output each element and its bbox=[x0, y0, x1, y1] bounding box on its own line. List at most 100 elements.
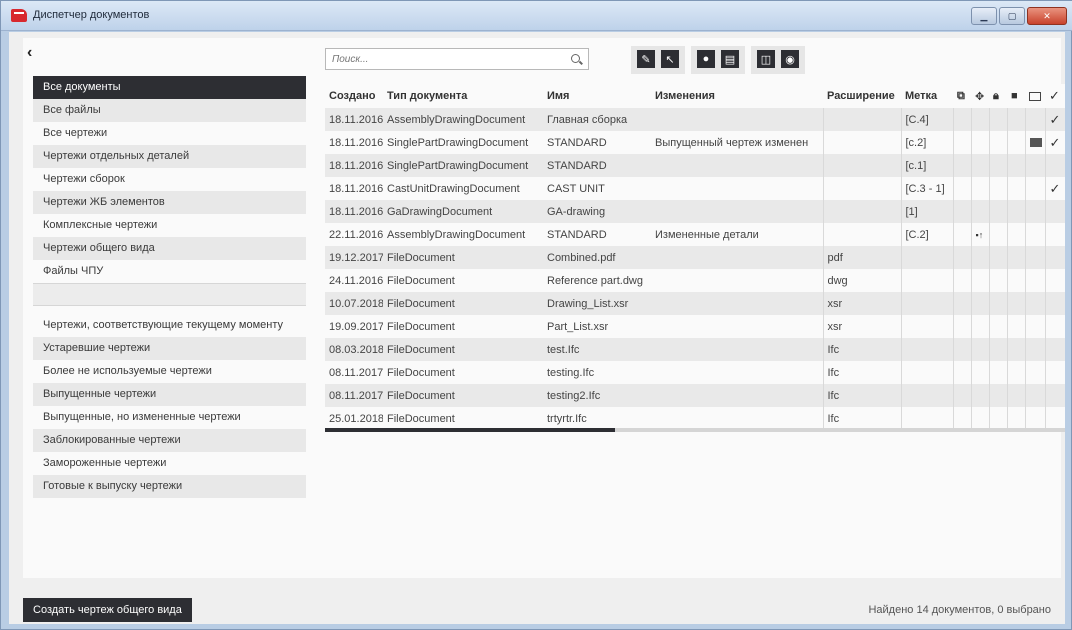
col-extension[interactable]: Расширение bbox=[823, 84, 901, 108]
search-icon[interactable] bbox=[571, 54, 580, 63]
cell-name: GA-drawing bbox=[543, 200, 651, 223]
col-lock-icon[interactable]: 🔒︎ bbox=[989, 84, 1007, 108]
cell-type: FileDocument bbox=[383, 407, 543, 430]
main-panel: ✎ ↖ ● ▤ ◫ ◉ Создан bbox=[321, 38, 1065, 578]
sidebar-item[interactable]: Чертежи ЖБ элементов bbox=[33, 191, 306, 214]
sidebar-list: Все документы Все файлы Все чертежи Чертежи… bbox=[33, 76, 306, 498]
cell-lock bbox=[988, 131, 1007, 154]
back-button[interactable]: ‹ bbox=[27, 44, 32, 62]
col-type[interactable]: Тип документа bbox=[383, 84, 543, 108]
sidebar-item[interactable]: Чертежи отдельных деталей bbox=[33, 145, 306, 168]
cell-mark bbox=[900, 361, 953, 384]
cell-name: Combined.pdf bbox=[543, 246, 651, 269]
sidebar-item[interactable]: Чертежи сборок bbox=[33, 168, 306, 191]
sidebar-item[interactable]: Замороженные чертежи bbox=[33, 452, 306, 475]
col-freeze-icon[interactable]: ■ bbox=[1007, 84, 1025, 108]
cell-lock bbox=[988, 246, 1007, 269]
table-row[interactable]: 18.11.2016 GaDrawingDocument GA-drawing [1] bbox=[325, 200, 1065, 223]
sidebar-item[interactable]: Все чертежи bbox=[33, 122, 306, 145]
cell-ext bbox=[822, 108, 901, 131]
cell-created: 18.11.2016 bbox=[325, 177, 383, 200]
cell-changes bbox=[651, 200, 823, 223]
cell-mail bbox=[1024, 131, 1045, 154]
table-row[interactable]: 22.11.2016 AssemblyDrawingDocument STANDAR… bbox=[325, 223, 1065, 246]
col-name[interactable]: Имя bbox=[543, 84, 651, 108]
toolbar-group-view: ● ▤ bbox=[691, 46, 745, 74]
minimize-button[interactable]: ▁ bbox=[971, 7, 997, 25]
sidebar-item[interactable]: Выпущенные, но измененные чертежи bbox=[33, 406, 306, 429]
cell-copy bbox=[952, 292, 971, 315]
cell-flag bbox=[970, 315, 989, 338]
cell-freeze bbox=[1006, 269, 1025, 292]
table-row[interactable]: 18.11.2016 CastUnitDrawingDocument CAST UN… bbox=[325, 177, 1065, 200]
cell-lock bbox=[988, 338, 1007, 361]
horizontal-scrollbar[interactable] bbox=[325, 428, 1065, 432]
cell-copy bbox=[952, 269, 971, 292]
cell-flag bbox=[970, 177, 989, 200]
col-copy-icon[interactable]: ⧉ bbox=[953, 84, 971, 108]
cell-type: FileDocument bbox=[383, 292, 543, 315]
col-created[interactable]: Создано bbox=[325, 84, 383, 108]
sidebar-item[interactable]: Заблокированные чертежи bbox=[33, 429, 306, 452]
cell-check: ✓ bbox=[1044, 177, 1065, 200]
search-input[interactable] bbox=[332, 52, 552, 66]
cell-ext: Ifc bbox=[822, 407, 901, 430]
model-object-icon[interactable]: ● bbox=[697, 50, 715, 68]
cell-mark: [C.4] bbox=[900, 108, 953, 131]
close-button[interactable]: ✕ bbox=[1027, 7, 1067, 25]
sidebar-item[interactable]: Комплексные чертежи bbox=[33, 214, 306, 237]
check-icon: ✓ bbox=[1049, 111, 1061, 127]
move-icon: ✥ bbox=[975, 90, 985, 103]
table-row[interactable]: 18.11.2016 SinglePartDrawingDocument STAND… bbox=[325, 154, 1065, 177]
sidebar-item[interactable]: Все файлы bbox=[33, 99, 306, 122]
cell-lock bbox=[988, 269, 1007, 292]
col-changes[interactable]: Изменения bbox=[651, 84, 823, 108]
cell-flag bbox=[970, 384, 989, 407]
col-move-icon[interactable]: ✥ bbox=[971, 84, 989, 108]
sidebar-item[interactable]: Более не используемые чертежи bbox=[33, 360, 306, 383]
table-row[interactable]: 19.12.2017 FileDocument Combined.pdf pdf bbox=[325, 246, 1065, 269]
col-mark[interactable]: Метка bbox=[901, 84, 953, 108]
sidebar-item[interactable]: Файлы ЧПУ bbox=[33, 260, 306, 283]
cell-changes bbox=[651, 154, 823, 177]
edit-pencil-icon[interactable]: ✎ bbox=[637, 50, 655, 68]
title-bar: Диспетчер документов ▁ ▢ ✕ bbox=[1, 1, 1072, 31]
cell-changes: Измененные детали bbox=[651, 223, 823, 246]
cell-created: 18.11.2016 bbox=[325, 108, 383, 131]
cell-lock bbox=[988, 154, 1007, 177]
table-row[interactable]: 08.03.2018 FileDocument test.Ifc Ifc bbox=[325, 338, 1065, 361]
sidebar-item[interactable]: Чертежи, соответствующие текущему момент… bbox=[33, 314, 306, 337]
cell-ext bbox=[822, 200, 901, 223]
table-row[interactable]: 08.11.2017 FileDocument testing2.Ifc Ifc bbox=[325, 384, 1065, 407]
select-cursor-icon[interactable]: ↖ bbox=[661, 50, 679, 68]
export-icon[interactable]: ◫ bbox=[757, 50, 775, 68]
table-row[interactable]: 24.11.2016 FileDocument Reference part.dwg… bbox=[325, 269, 1065, 292]
table-row[interactable]: 19.09.2017 FileDocument Part_List.xsr xsr bbox=[325, 315, 1065, 338]
table-row[interactable]: 25.01.2018 FileDocument trtyrtr.Ifc Ifc bbox=[325, 407, 1065, 430]
col-mail-icon[interactable] bbox=[1025, 84, 1045, 108]
cell-check bbox=[1044, 315, 1065, 338]
sidebar-item[interactable]: Выпущенные чертежи bbox=[33, 383, 306, 406]
cell-created: 08.11.2017 bbox=[325, 384, 383, 407]
cell-changes bbox=[651, 177, 823, 200]
sync-icon[interactable]: ◉ bbox=[781, 50, 799, 68]
create-ga-drawing-button[interactable]: Создать чертеж общего вида bbox=[23, 598, 192, 622]
table-row[interactable]: 18.11.2016 AssemblyDrawingDocument Главная… bbox=[325, 108, 1065, 131]
sidebar-item[interactable]: Готовые к выпуску чертежи bbox=[33, 475, 306, 498]
table-row[interactable]: 18.11.2016 SinglePartDrawingDocument STAND… bbox=[325, 131, 1065, 154]
cell-copy bbox=[952, 246, 971, 269]
sidebar-item[interactable]: Устаревшие чертежи bbox=[33, 337, 306, 360]
document-list-icon[interactable]: ▤ bbox=[721, 50, 739, 68]
sidebar-item[interactable]: Чертежи общего вида bbox=[33, 237, 306, 260]
cell-changes bbox=[651, 246, 823, 269]
cell-check bbox=[1044, 269, 1065, 292]
cell-changes bbox=[651, 292, 823, 315]
cell-created: 18.11.2016 bbox=[325, 131, 383, 154]
cell-name: test.Ifc bbox=[543, 338, 651, 361]
sidebar-item[interactable]: Все документы bbox=[33, 76, 306, 99]
table-row[interactable]: 10.07.2018 FileDocument Drawing_List.xsr xs… bbox=[325, 292, 1065, 315]
scrollbar-thumb[interactable] bbox=[325, 428, 615, 432]
maximize-button[interactable]: ▢ bbox=[999, 7, 1025, 25]
col-check-icon[interactable]: ✓ bbox=[1045, 84, 1065, 108]
table-row[interactable]: 08.11.2017 FileDocument testing.Ifc Ifc bbox=[325, 361, 1065, 384]
